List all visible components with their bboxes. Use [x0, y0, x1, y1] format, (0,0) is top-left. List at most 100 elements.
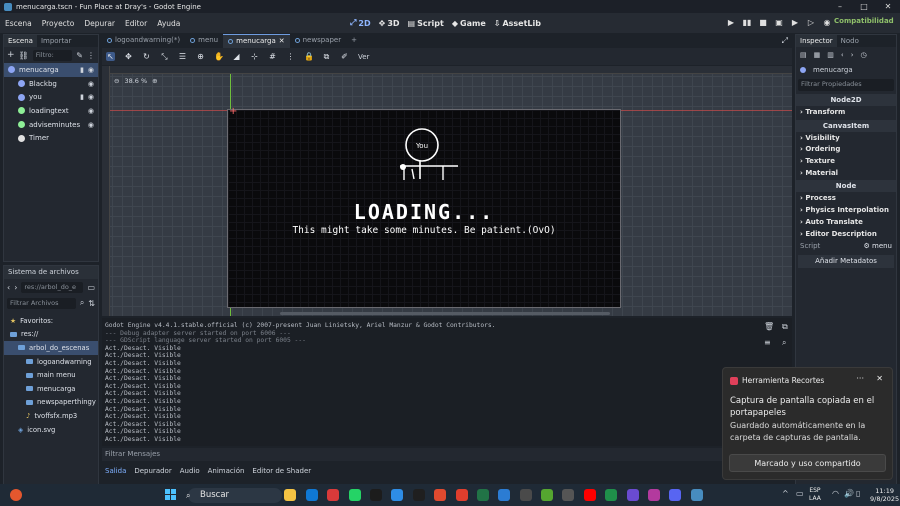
inspector-section[interactable]: › Transform [796, 107, 896, 119]
tab-animacion[interactable]: Animación [208, 467, 245, 475]
script-property[interactable]: Script ⚙ menu [796, 240, 896, 252]
scene-tab-logoandwarning[interactable]: logoandwarning(*) [102, 34, 185, 47]
find-icon[interactable]: ⌕ [782, 338, 794, 348]
scene-node-menucarga[interactable]: menucarga ◉ ▮ [4, 63, 98, 77]
inspector-section[interactable]: › Auto Translate [796, 217, 896, 229]
taskbar-app-icon[interactable] [327, 489, 340, 501]
options-icon[interactable]: ⋮ [286, 52, 295, 61]
fs-item[interactable]: menucarga [4, 382, 98, 396]
add-metadata-button[interactable]: Añadir Metadatos [798, 255, 894, 269]
split-icon[interactable]: ▭ [87, 283, 95, 292]
renderer-select[interactable]: Compatibilidad [834, 17, 894, 25]
pivot-tool-icon[interactable]: ⊕ [196, 52, 205, 61]
minimize-icon[interactable]: – [828, 0, 852, 13]
script-icon[interactable]: ▮ [80, 66, 84, 74]
more-icon[interactable]: ··· [856, 374, 864, 383]
zoom-out-icon[interactable]: ⊖ [114, 77, 119, 85]
remote-debug-icon[interactable]: ▣ [774, 18, 784, 28]
taskbar-app-icon[interactable] [476, 489, 489, 501]
clock[interactable]: 11:19 9/8/2025 [870, 487, 899, 503]
play-custom-icon[interactable]: ▷ [806, 18, 816, 28]
scale-tool-icon[interactable]: ⤡ [160, 52, 169, 61]
fs-item[interactable]: ★ Favoritos: [4, 314, 98, 328]
save-icon[interactable]: ▥ [827, 51, 834, 59]
tab-salida[interactable]: Salida [105, 467, 126, 475]
filter-properties-input[interactable]: Filtrar Propiedades [798, 79, 894, 91]
inspector-section[interactable]: › Material [796, 168, 896, 180]
link-icon[interactable]: ⛓ [19, 51, 29, 60]
widgets-icon[interactable] [10, 489, 22, 501]
wifi-icon[interactable]: ◠ [832, 489, 839, 498]
taskbar-app-icon[interactable] [669, 489, 682, 501]
tray-chevron-icon[interactable]: ^ [782, 489, 789, 498]
history-icon[interactable]: ◷ [861, 51, 867, 59]
workspace-game[interactable]: ◆ Game [452, 19, 486, 28]
inspector-section[interactable]: › Editor Description [796, 229, 896, 241]
taskbar-app-icon[interactable] [305, 489, 318, 501]
snipping-notification[interactable]: Herramienta Recortes ··· ✕ Captura de pa… [722, 367, 893, 480]
copy-icon[interactable]: ⧉ [782, 322, 794, 332]
taskbar-app-icon[interactable] [498, 489, 511, 501]
scene-node-adviseminutes[interactable]: adviseminutes ◉ [4, 118, 98, 132]
inspector-section[interactable]: › Physics Interpolation [796, 205, 896, 217]
zoom-level[interactable]: 38.6 % [124, 77, 147, 85]
filter-messages-input[interactable]: Filtrar Mensajes [102, 448, 792, 461]
fs-item[interactable]: res:// [4, 328, 98, 342]
fs-item[interactable]: main menu [4, 368, 98, 382]
close-icon[interactable]: ✕ [876, 0, 900, 13]
visibility-icon[interactable]: ◉ [88, 93, 94, 101]
forward-icon[interactable]: › [851, 51, 854, 59]
list-tool-icon[interactable]: ☰ [178, 52, 187, 61]
taskbar-app-icon[interactable] [348, 489, 361, 501]
taskbar-app-icon[interactable] [391, 489, 404, 501]
visibility-icon[interactable]: ◉ [88, 121, 94, 129]
select-tool-icon[interactable]: ↖ [106, 52, 115, 61]
menu-ayuda[interactable]: Ayuda [152, 19, 185, 28]
taskbar-app-icon[interactable] [690, 489, 703, 501]
open-icon[interactable]: ▦ [814, 51, 821, 59]
bone-icon[interactable]: ✐ [340, 52, 349, 61]
scene-tab-newspaper[interactable]: newspaper [290, 34, 346, 47]
fs-item[interactable]: newspaperthingy [4, 396, 98, 410]
taskbar-app-icon[interactable] [562, 489, 575, 501]
taskbar-app-icon[interactable] [412, 489, 425, 501]
new-tab-icon[interactable]: + [346, 34, 362, 47]
visibility-icon[interactable]: ◉ [88, 80, 94, 88]
tab-importar[interactable]: Importar [37, 35, 75, 47]
fs-path-input[interactable]: res://arbol_do_e [21, 281, 84, 293]
viewport-scrollbar[interactable] [280, 312, 610, 315]
menu-proyecto[interactable]: Proyecto [37, 19, 80, 28]
add-node-icon[interactable]: + [7, 50, 15, 60]
taskbar-app-icon[interactable] [369, 489, 382, 501]
back-icon[interactable]: ‹ [7, 283, 10, 292]
tab-audio[interactable]: Audio [180, 467, 200, 475]
taskbar-search[interactable]: ⌕ Buscar [186, 488, 282, 503]
taskbar-app-icon[interactable] [583, 489, 596, 501]
clear-icon[interactable]: 🗑 [764, 322, 776, 332]
taskbar-app-icon[interactable] [434, 489, 447, 501]
language-indicator[interactable]: ESP LAA [809, 487, 821, 503]
lock-icon[interactable]: 🔒 [304, 52, 314, 61]
workspace-assetlib[interactable]: ⇩ AssetLib [494, 19, 541, 28]
inspector-section[interactable]: › Texture [796, 156, 896, 168]
battery-icon[interactable]: ▯ [856, 489, 860, 498]
pan-tool-icon[interactable]: ✋ [214, 52, 224, 61]
taskbar-app-icon[interactable] [541, 489, 554, 501]
more-icon[interactable]: ⋮ [87, 51, 95, 60]
workspace-2d[interactable]: ⤢ 2D [350, 18, 371, 28]
smart-snap-icon[interactable]: ⊹ [250, 52, 259, 61]
movie-icon[interactable]: ◉ [822, 18, 832, 28]
menu-escena[interactable]: Escena [0, 19, 37, 28]
markup-share-button[interactable]: Marcado y uso compartido [729, 454, 886, 472]
scene-tab-menucarga[interactable]: menucarga ✕ [223, 33, 290, 48]
visibility-icon[interactable]: ◉ [88, 66, 94, 74]
inspector-section[interactable]: › Ordering [796, 144, 896, 156]
volume-icon[interactable]: 🔊 [844, 489, 854, 498]
tab-escena[interactable]: Escena [4, 35, 37, 47]
scene-node-blackbg[interactable]: Blackbg ◉ [4, 77, 98, 91]
fs-item[interactable]: arbol_do_escenas [4, 341, 98, 355]
taskbar-app-icon[interactable] [455, 489, 468, 501]
rotate-tool-icon[interactable]: ↻ [142, 52, 151, 61]
forward-icon[interactable]: › [14, 283, 17, 292]
move-tool-icon[interactable]: ✥ [124, 52, 133, 61]
